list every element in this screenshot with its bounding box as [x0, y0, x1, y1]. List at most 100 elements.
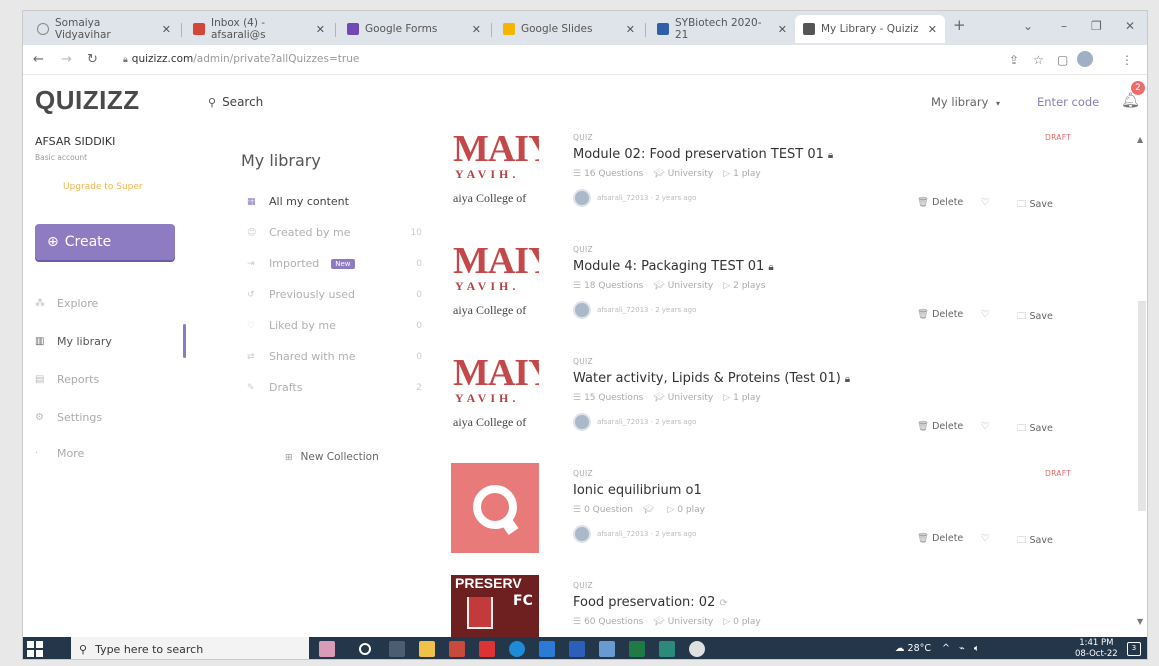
lib-item-imported[interactable]: ⇥ Imported New 0 — [247, 257, 422, 270]
clock[interactable]: 1:41 PM 08-Oct-22 — [1075, 638, 1118, 659]
more-menu-icon[interactable]: ⋮ — [1121, 53, 1133, 67]
close-icon[interactable]: ✕ — [162, 23, 171, 36]
save-button[interactable]: 🗀︎ Save — [1017, 309, 1053, 325]
search-box[interactable]: ⚲ Search — [208, 95, 263, 109]
network-icon[interactable]: ⌁ — [959, 643, 965, 654]
url-field[interactable]: 🔒︎ quizizz.com/admin/private?allQuizzes=t… — [123, 53, 359, 65]
profile-avatar[interactable] — [1077, 51, 1093, 67]
lib-item-liked-by-me[interactable]: ♡ Liked by me 0 — [247, 319, 422, 332]
thumb-text: MAIY — [453, 128, 539, 170]
photos-icon[interactable] — [599, 641, 615, 657]
tab-google-slides[interactable]: Google Slides ✕ — [495, 15, 643, 43]
close-icon[interactable]: ✕ — [626, 23, 635, 36]
save-button[interactable]: 🗀︎ Save — [1017, 533, 1053, 549]
tab-somaiya[interactable]: Somaiya Vidyavihar ✕ — [29, 15, 179, 43]
new-tab-button[interactable]: + — [953, 16, 966, 34]
acrobat-icon[interactable] — [479, 641, 495, 657]
minimize-button[interactable]: – — [1061, 19, 1067, 33]
window-close-button[interactable]: ✕ — [1125, 19, 1135, 33]
store-icon[interactable] — [539, 641, 555, 657]
scroll-up-arrow[interactable]: ▲ — [1137, 135, 1143, 144]
windows-start-button[interactable] — [27, 641, 43, 657]
quiz-list: MAIY YAVIH. aiya College of QUIZ DRAFT M… — [451, 127, 1147, 637]
like-button[interactable]: ♡ — [981, 197, 993, 208]
lib-item-previously-used[interactable]: ↺ Previously used 0 — [247, 288, 422, 301]
close-icon[interactable]: ✕ — [778, 23, 787, 36]
question-count: 16 Questions — [584, 169, 644, 179]
delete-button[interactable]: 🗑︎ Delete — [917, 533, 963, 544]
back-arrow-icon[interactable]: ← — [33, 52, 44, 67]
chevron-down-icon[interactable]: ⌄ — [1023, 19, 1033, 33]
edge-icon[interactable] — [509, 641, 525, 657]
quiz-card[interactable]: MAIY YAVIH. aiya College of QUIZ Water a… — [451, 351, 1131, 463]
like-button[interactable]: ♡ — [981, 421, 993, 432]
word-icon[interactable] — [569, 641, 585, 657]
taskbar-search[interactable]: ⚲ Type here to search — [71, 637, 309, 659]
new-collection-button[interactable]: ⊞ New Collection — [285, 451, 379, 463]
notification-center-icon[interactable]: 3 — [1127, 642, 1141, 656]
lib-item-drafts[interactable]: ✎ Drafts 2 — [247, 381, 422, 394]
lib-item-created-by-me[interactable]: ☺ Created by me 10 — [247, 226, 422, 239]
chrome-icon[interactable] — [689, 641, 705, 657]
quiz-card[interactable]: MAIY YAVIH. aiya College of QUIZ Module … — [451, 239, 1131, 351]
save-button[interactable]: 🗀︎ Save — [1017, 197, 1053, 213]
search-highlight-icon[interactable] — [319, 641, 335, 657]
scroll-down-arrow[interactable]: ▼ — [1137, 617, 1143, 626]
task-view-icon[interactable] — [389, 641, 405, 657]
forward-arrow-icon[interactable]: → — [61, 52, 72, 67]
restore-button[interactable]: ❐ — [1091, 19, 1102, 33]
tab-sybiotech[interactable]: SYBiotech 2020-21 ✕ — [649, 15, 795, 43]
quiz-title-row[interactable]: Water activity, Lipids & Proteins (Test … — [573, 371, 850, 386]
tab-my-library[interactable]: My Library - Quiziz ✕ — [795, 15, 945, 43]
tab-label: Somaiya Vidyavihar — [55, 17, 111, 41]
quizizz-logo[interactable]: QUIZIZZ — [35, 85, 140, 116]
close-icon[interactable]: ✕ — [928, 23, 937, 36]
reload-icon[interactable]: ↻ — [87, 52, 98, 67]
quiz-card[interactable]: MAIY YAVIH. aiya College of QUIZ DRAFT M… — [451, 127, 1131, 239]
thumb-text: PRESERV — [455, 575, 522, 591]
sidebar-item-explore[interactable]: ⁂ Explore — [35, 297, 98, 310]
quiz-title-row[interactable]: Food preservation: 02 ⟳ — [573, 595, 728, 610]
quiz-title-row[interactable]: Ionic equilibrium o1 — [573, 483, 702, 498]
share-icon[interactable]: ⇪ — [1009, 53, 1019, 67]
cortana-icon[interactable] — [359, 643, 371, 655]
sidepanel-icon[interactable]: ▢ — [1057, 53, 1068, 67]
author-avatar — [573, 189, 591, 207]
like-button[interactable]: ♡ — [981, 533, 993, 544]
tray-chevron-icon[interactable]: ^ — [942, 643, 950, 654]
volume-icon[interactable]: 🔈︎ — [974, 643, 980, 654]
my-library-dropdown[interactable]: My library ▾ — [931, 95, 1000, 109]
close-icon[interactable]: ✕ — [316, 23, 325, 36]
quiz-card[interactable]: PRESERV FC QUIZ Food preservation: 02 ⟳ ☰… — [451, 575, 1131, 637]
scrollbar-thumb[interactable] — [1138, 301, 1146, 511]
like-button[interactable]: ♡ — [981, 309, 993, 320]
star-icon[interactable]: ☆ — [1033, 53, 1044, 67]
thumb-text: aiya College of — [453, 303, 527, 317]
quiz-thumbnail: PRESERV FC — [451, 575, 539, 637]
sidebar-item-my-library[interactable]: ▥ My library — [35, 335, 112, 348]
sidebar-item-reports[interactable]: ▤ Reports — [35, 373, 99, 386]
lib-item-shared-with-me[interactable]: ⇄ Shared with me 0 — [247, 350, 422, 363]
quiz-title-row[interactable]: Module 02: Food preservation TEST 01 🔒︎ — [573, 147, 833, 162]
powerpoint-icon[interactable] — [449, 641, 465, 657]
create-button[interactable]: ⊕ Create — [35, 224, 175, 260]
delete-button[interactable]: 🗑︎ Delete — [917, 421, 963, 432]
delete-button[interactable]: 🗑︎ Delete — [917, 309, 963, 320]
delete-label: Delete — [932, 309, 964, 320]
play-icon: ▷ — [723, 617, 731, 627]
save-button[interactable]: 🗀︎ Save — [1017, 421, 1053, 437]
tab-google-forms[interactable]: Google Forms ✕ — [339, 15, 489, 43]
quiz-title-row[interactable]: Module 4: Packaging TEST 01 🔒︎ — [573, 259, 774, 274]
sidebar-item-more[interactable]: · More — [35, 447, 84, 460]
sidebar-item-settings[interactable]: ⚙ Settings — [35, 411, 102, 424]
file-explorer-icon[interactable] — [419, 641, 435, 657]
upgrade-link[interactable]: Upgrade to Super — [63, 182, 143, 192]
tab-gmail[interactable]: Inbox (4) - afsarali@s ✕ — [185, 15, 333, 43]
enter-code-button[interactable]: Enter code — [1037, 95, 1099, 109]
close-icon[interactable]: ✕ — [472, 23, 481, 36]
delete-button[interactable]: 🗑︎ Delete — [917, 197, 963, 208]
lib-item-all-content[interactable]: ▦ All my content — [247, 195, 422, 208]
excel-icon[interactable] — [629, 641, 645, 657]
app-icon[interactable] — [659, 641, 675, 657]
quiz-card[interactable]: QUIZ DRAFT Ionic equilibrium o1 ☰ 0 Quest… — [451, 463, 1131, 575]
